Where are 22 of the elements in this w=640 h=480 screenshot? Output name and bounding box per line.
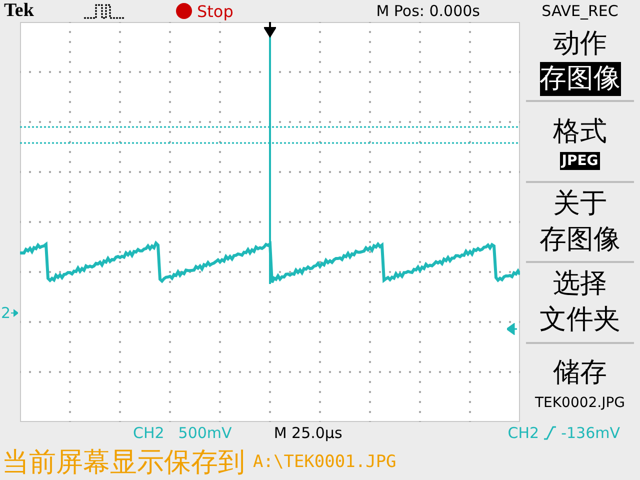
menu-title: SAVE_REC <box>540 2 620 20</box>
rising-edge-icon <box>543 426 558 440</box>
timebase: M 25.0µs <box>274 424 342 442</box>
menu-button[interactable]: 选择 文件夹 <box>526 263 634 344</box>
pulse-icon <box>84 2 124 20</box>
trigger-level-marker <box>507 323 517 335</box>
run-state: Stop <box>197 2 234 20</box>
trigger-channel: CH2 <box>508 424 540 442</box>
menu-button[interactable]: 关于 存图像 <box>526 182 634 264</box>
menu-button[interactable]: 储存 TEK0002.JPG <box>526 344 634 422</box>
menu-button[interactable]: 格式 JPEG <box>526 102 634 183</box>
horizontal-position: M Pos: 0.000s <box>376 2 480 20</box>
trigger-position-marker <box>264 22 276 38</box>
menu-button[interactable]: 动作 存图像 <box>526 22 634 102</box>
file-path: A:\TEK0001.JPG <box>253 452 396 472</box>
brand-logo: Tek <box>4 0 35 22</box>
status-message: 当前屏幕显示保存到 <box>2 446 245 480</box>
ground-marker: 2 <box>1 304 11 322</box>
vertical-scale: 500mV <box>178 424 232 442</box>
trigger-level: -136mV <box>561 424 620 442</box>
arrow-icon <box>10 309 18 317</box>
channel-label: CH2 <box>133 424 164 442</box>
